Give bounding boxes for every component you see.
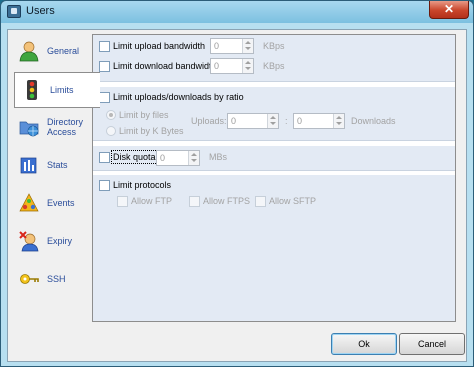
limits-panel: Limit upload bandwidth 0 KBps Limit down… xyxy=(92,34,456,322)
disk-quota-label: Disk quota xyxy=(111,150,158,164)
limit-by-files-radio[interactable] xyxy=(106,110,116,120)
sidebar-item-general[interactable]: General xyxy=(12,34,98,70)
sidebar-item-label-line1: Directory xyxy=(47,117,84,127)
disk-quota-unit-label: MBs xyxy=(209,152,227,162)
sidebar-nav: General Limits Directory Access Stats Ev… xyxy=(12,34,100,324)
ssh-key-icon xyxy=(20,274,39,284)
cancel-button[interactable]: Cancel xyxy=(399,333,465,355)
ratio-group: Limit uploads/downloads by ratio Limit b… xyxy=(93,87,455,141)
limit-by-files-label: Limit by files xyxy=(119,110,169,120)
downloads-ratio-input[interactable]: 0 xyxy=(293,113,345,129)
upload-spinner-arrows[interactable] xyxy=(242,39,253,53)
window-title: Users xyxy=(26,5,55,17)
limit-upload-checkbox[interactable] xyxy=(99,41,110,52)
events-icon xyxy=(19,193,39,212)
sidebar-item-label: Limits xyxy=(50,85,74,95)
limit-download-label: Limit download bandwidth xyxy=(113,61,217,71)
allow-ftps-label: Allow FTPS xyxy=(203,196,251,206)
allow-ftp-label: Allow FTP xyxy=(131,196,173,206)
upload-bandwidth-value: 0 xyxy=(214,41,220,51)
downloads-spinner-arrows[interactable] xyxy=(333,114,344,128)
allow-ftps-checkbox[interactable] xyxy=(189,196,200,207)
expiry-icon xyxy=(19,231,39,252)
allow-ftp-checkbox[interactable] xyxy=(117,196,128,207)
sidebar-item-directory-access[interactable]: Directory Access xyxy=(12,110,98,146)
sidebar-item-stats[interactable]: Stats xyxy=(12,148,98,184)
stats-icon xyxy=(20,157,37,174)
disk-quota-group: Disk quota 0 MBs xyxy=(93,146,455,171)
users-app-icon xyxy=(7,5,21,18)
limit-by-kbytes-radio[interactable] xyxy=(106,126,116,136)
protocols-group: Limit protocols Allow FTP Allow FTPS All… xyxy=(93,175,455,321)
disk-quota-checkbox[interactable] xyxy=(99,152,110,163)
sidebar-item-events[interactable]: Events xyxy=(12,186,98,222)
allow-sftp-label: Allow SFTP xyxy=(269,196,317,206)
downloads-label: Downloads xyxy=(351,116,396,126)
uploads-label: Uploads: xyxy=(191,116,227,126)
downloads-ratio-value: 0 xyxy=(297,116,303,126)
download-bandwidth-input[interactable]: 0 xyxy=(210,58,254,74)
upload-unit-label: KBps xyxy=(263,41,285,51)
limit-upload-label: Limit upload bandwidth xyxy=(113,41,206,51)
sidebar-item-label: Directory Access xyxy=(47,117,83,137)
sidebar-item-limits[interactable]: Limits xyxy=(14,72,100,108)
sidebar-item-label-line2: Access xyxy=(47,127,77,137)
disk-quota-input[interactable]: 0 xyxy=(156,150,200,166)
close-button[interactable]: ✕ xyxy=(429,1,469,19)
uploads-spinner-arrows[interactable] xyxy=(267,114,278,128)
sidebar-item-label: General xyxy=(47,46,80,56)
sidebar-item-label: Expiry xyxy=(47,236,73,246)
download-bandwidth-value: 0 xyxy=(214,61,220,71)
allow-sftp-checkbox[interactable] xyxy=(255,196,266,207)
disk-quota-spinner-arrows[interactable] xyxy=(188,151,199,165)
ratio-separator: : xyxy=(285,116,288,126)
limit-protocols-label: Limit protocols xyxy=(113,180,172,190)
users-window: Users ✕ General Limits Directory Access … xyxy=(0,0,474,367)
folder-network-icon xyxy=(19,121,39,137)
traffic-light-icon xyxy=(27,80,37,100)
limit-protocols-checkbox[interactable] xyxy=(99,180,110,191)
sidebar-item-ssh[interactable]: SSH xyxy=(12,262,98,298)
uploads-ratio-value: 0 xyxy=(231,116,237,126)
limit-ratio-label: Limit uploads/downloads by ratio xyxy=(113,92,244,102)
sidebar-item-label: Events xyxy=(47,198,75,208)
download-spinner-arrows[interactable] xyxy=(242,59,253,73)
ok-button[interactable]: Ok xyxy=(331,333,397,355)
limit-by-kbytes-label: Limit by K Bytes xyxy=(119,126,184,136)
limit-ratio-checkbox[interactable] xyxy=(99,92,110,103)
uploads-ratio-input[interactable]: 0 xyxy=(227,113,279,129)
limit-download-checkbox[interactable] xyxy=(99,61,110,72)
sidebar-item-label: SSH xyxy=(47,274,66,284)
title-bar[interactable]: Users ✕ xyxy=(1,1,473,23)
upload-bandwidth-input[interactable]: 0 xyxy=(210,38,254,54)
sidebar-item-expiry[interactable]: Expiry xyxy=(12,224,98,260)
disk-quota-value: 0 xyxy=(160,153,166,163)
download-unit-label: KBps xyxy=(263,61,285,71)
bandwidth-group: Limit upload bandwidth 0 KBps Limit down… xyxy=(93,35,455,82)
user-icon xyxy=(19,41,39,62)
dialog-client: General Limits Directory Access Stats Ev… xyxy=(7,29,467,362)
sidebar-item-label: Stats xyxy=(47,160,68,170)
